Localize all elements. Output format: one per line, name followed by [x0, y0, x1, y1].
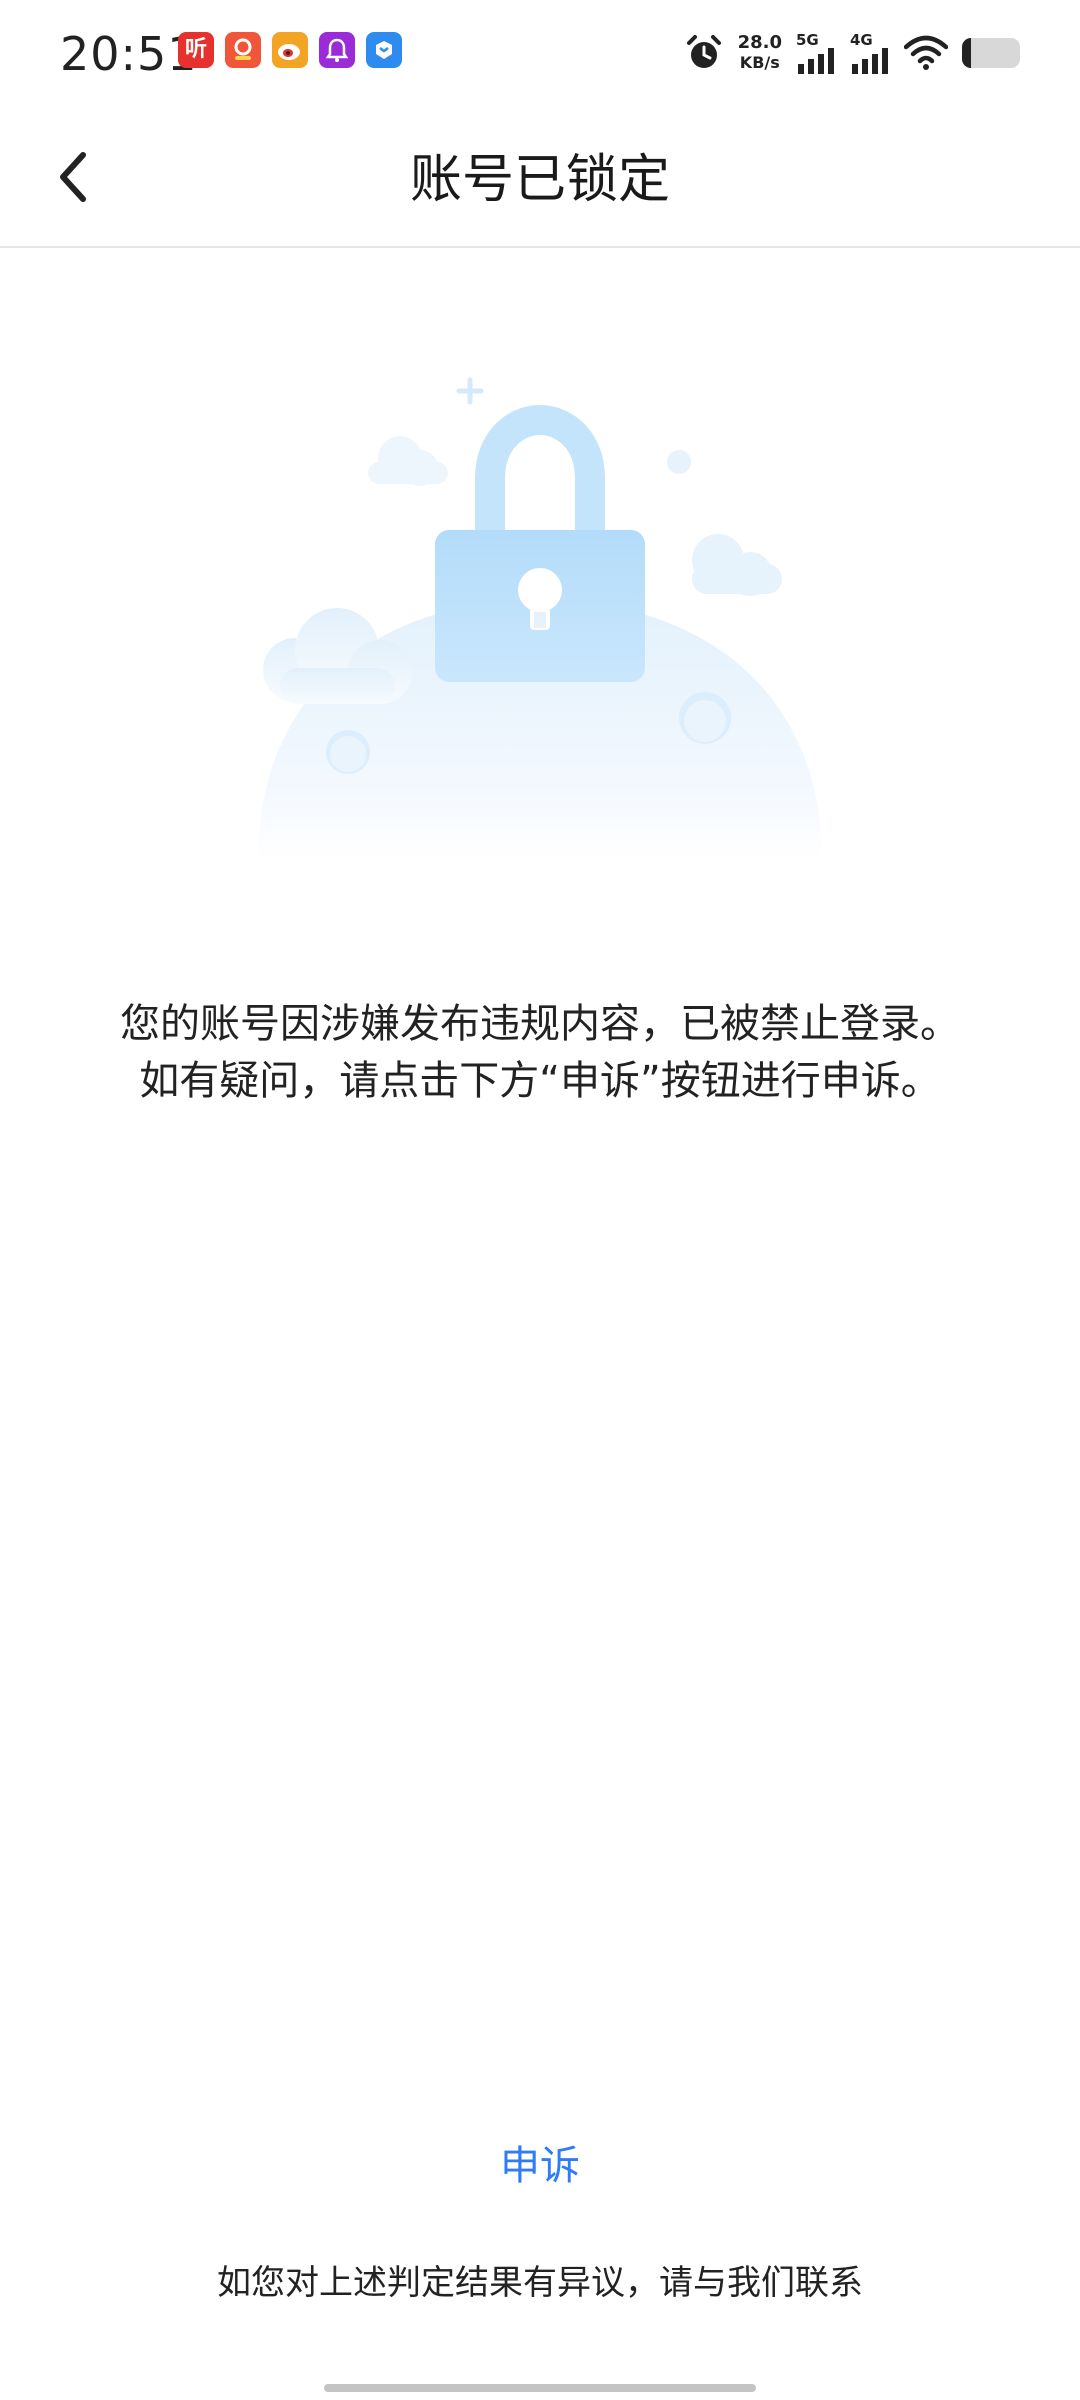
- wifi-icon: [904, 35, 948, 70]
- status-bar: 20:51 听 28.0 KB/s 5G 4G: [0, 0, 1080, 108]
- ting-app-icon: 听: [178, 32, 214, 68]
- notification-icons: 听: [178, 32, 402, 68]
- network-speed-value: 28.0: [737, 32, 782, 53]
- nav-bar: 账号已锁定: [0, 108, 1080, 248]
- store-app-icon: [366, 32, 402, 68]
- cloud-icon: [692, 534, 782, 596]
- bell-app-icon: [319, 32, 355, 68]
- home-indicator[interactable]: [324, 2384, 756, 2392]
- alarm-icon: [686, 35, 721, 68]
- lock-reason-message: 您的账号因涉嫌发布违规内容，已被禁止登录。 如有疑问，请点击下方“申诉”按钮进行…: [60, 996, 1020, 1110]
- message-line-2: 如有疑问，请点击下方“申诉”按钮进行申诉。: [139, 1058, 941, 1104]
- network-speed-unit: KB/s: [739, 53, 780, 72]
- signal-4g: 4G: [850, 32, 890, 74]
- cloud-icon: [368, 436, 448, 486]
- status-indicators: 28.0 KB/s 5G 4G: [684, 30, 1020, 76]
- locked-illustration: [258, 377, 822, 860]
- lock-icon: [435, 404, 645, 682]
- cloud-icon: [263, 608, 412, 704]
- signal-5g: 5G: [796, 32, 836, 74]
- weibo-app-icon: [272, 32, 308, 68]
- signal-5g-label: 5G: [796, 31, 819, 49]
- signal-4g-label: 4G: [850, 31, 873, 49]
- message-line-1: 您的账号因涉嫌发布违规内容，已被禁止登录。: [120, 1001, 960, 1047]
- battery-icon: [962, 38, 1020, 68]
- appeal-button[interactable]: 申诉: [440, 2136, 640, 2196]
- page-title: 账号已锁定: [409, 150, 670, 210]
- account-locked-screen: 20:51 听 28.0 KB/s 5G 4G 账号已锁定 您的账号因涉嫌发布违…: [0, 0, 1080, 2400]
- cellular-signal-icon: [852, 48, 888, 74]
- network-speed: 28.0 KB/s: [738, 33, 782, 73]
- contact-us-text[interactable]: 如您对上述判定结果有异议，请与我们联系: [0, 2258, 1080, 2308]
- battery-level: [962, 38, 971, 68]
- pinduoduo-app-icon: [225, 32, 261, 68]
- status-time: 20:51: [60, 27, 198, 81]
- cellular-signal-icon: [798, 48, 834, 74]
